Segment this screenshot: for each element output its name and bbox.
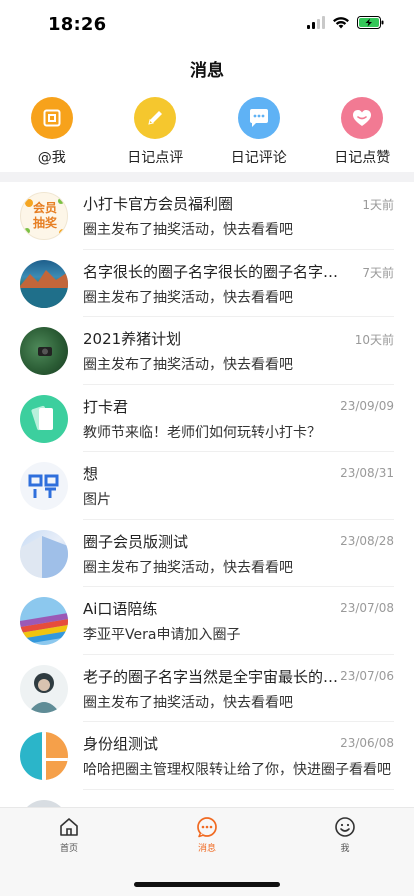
message-preview: 圈主发布了抽奖活动，快去看看吧 [83,357,293,373]
avatar [20,394,68,443]
message-icon [197,817,217,838]
avatar [20,462,68,510]
message-time: 10天前 [354,333,394,347]
tab-messages[interactable]: 消息 [167,816,247,854]
message-time: 23/07/08 [340,601,394,615]
tab-label: 我 [340,844,350,854]
heart-icon [341,97,384,139]
message-preview: 圈主发布了抽奖活动，快去看看吧 [83,694,293,711]
message-title: Ai口语陪练 [83,600,158,618]
wifi-icon [333,17,349,29]
message-preview: 圈主发布了抽奖活动，快去看看吧 [83,559,293,576]
tab-me[interactable]: 我 [305,816,385,854]
home-indicator [134,882,280,887]
message-item[interactable]: 身份组测试 23/06/08 哈哈把圈主管理权限转让给了你，快进圈子看看吧 [0,722,414,790]
avatar-text: 会员抽奖 [32,201,57,230]
message-title: 老子的圈子名字当然是全宇宙最长的圈子名字 [83,667,351,686]
message-item[interactable] [0,790,414,807]
quick-action-label: 日记评论 [230,150,287,166]
quick-action-label: 日记点评 [127,150,184,166]
quick-action-label: 日记点赞 [334,150,391,166]
message-preview: 圈主发布了抽奖活动，快去看看吧 [83,222,293,238]
chat-bubble-icon [237,97,280,139]
message-preview: 图片 [83,492,111,508]
quick-action-at-me[interactable]: @我 [0,97,104,167]
tab-label: 消息 [197,844,216,854]
quick-actions: @我 日记点评 日记评论 日记点赞 [0,97,414,167]
avatar [20,597,68,645]
avatar: 会员抽奖 [20,192,68,240]
quick-action-diary-like[interactable]: 日记点赞 [311,97,414,167]
message-item[interactable]: 名字很长的圈子名字很长的圈子名字很长的圈子 7天前 圈主发布了抽奖活动，快去看看… [0,250,414,317]
home-icon [60,818,78,836]
section-divider [0,172,414,182]
message-title: 小打卡官方会员福利圈 [83,195,234,213]
at-me-icon [30,97,73,139]
avatar [20,327,68,375]
message-item[interactable]: 2021养猪计划 10天前 圈主发布了抽奖活动，快去看看吧 [0,317,414,385]
message-item[interactable]: Ai口语陪练 23/07/08 李亚平Vera申请加入圈子 [0,587,414,655]
message-time: 23/08/28 [340,533,394,548]
message-item[interactable]: 想 23/08/31 图片 [0,452,414,520]
message-title: 想 [83,465,99,483]
message-time: 23/07/06 [340,668,394,683]
tab-label: 首页 [59,844,78,854]
quick-action-diary-review[interactable]: 日记点评 [104,97,208,167]
message-time: 23/06/08 [340,736,394,750]
message-time: 1天前 [362,198,394,212]
message-time: 7天前 [362,265,394,280]
message-title: 圈子会员版测试 [83,532,189,551]
smiley-icon [335,817,355,837]
message-time: 23/09/09 [340,398,394,413]
avatar [20,259,68,308]
cellular-signal-icon [307,16,325,29]
message-item[interactable]: 打卡君 23/09/09 教师节来临！老师们如何玩转小打卡？ [0,385,414,452]
status-time: 18:26 [48,14,107,35]
message-time: 23/08/31 [340,466,394,480]
message-item[interactable]: 会员抽奖 小打卡官方会员福利圈 1天前 圈主发布了抽奖活动，快去看看吧 [0,182,414,250]
page-title: 消息 [190,61,224,81]
message-preview: 李亚平Vera申请加入圈子 [83,627,241,643]
message-list[interactable]: 会员抽奖 小打卡官方会员福利圈 1天前 圈主发布了抽奖活动，快去看看吧 名字很长… [0,182,414,807]
message-title: 身份组测试 [83,735,159,753]
message-preview: 圈主发布了抽奖活动，快去看看吧 [83,289,293,306]
message-item[interactable]: 圈子会员版测试 23/08/28 圈主发布了抽奖活动，快去看看吧 [0,520,414,587]
tab-home[interactable]: 首页 [29,816,109,854]
avatar [20,799,68,807]
message-title: 打卡君 [83,397,129,416]
status-bar: 18:26 [0,0,414,50]
avatar [20,664,68,713]
message-item[interactable]: 老子的圈子名字当然是全宇宙最长的圈子名字 23/07/06 圈主发布了抽奖活动，… [0,655,414,722]
message-preview: 教师节来临！老师们如何玩转小打卡？ [83,424,321,441]
status-icons [307,16,384,29]
avatar [20,732,68,780]
message-title: 名字很长的圈子名字很长的圈子名字很长的圈子 [83,262,351,281]
avatar [20,529,68,578]
battery-charging-icon [357,16,384,29]
quick-action-diary-comment[interactable]: 日记评论 [207,97,311,167]
quick-action-label: @我 [37,150,66,166]
message-preview: 哈哈把圈主管理权限转让给了你，快进圈子看看吧 [83,762,391,778]
message-title: 2021养猪计划 [83,330,182,348]
pencil-icon [134,97,177,139]
